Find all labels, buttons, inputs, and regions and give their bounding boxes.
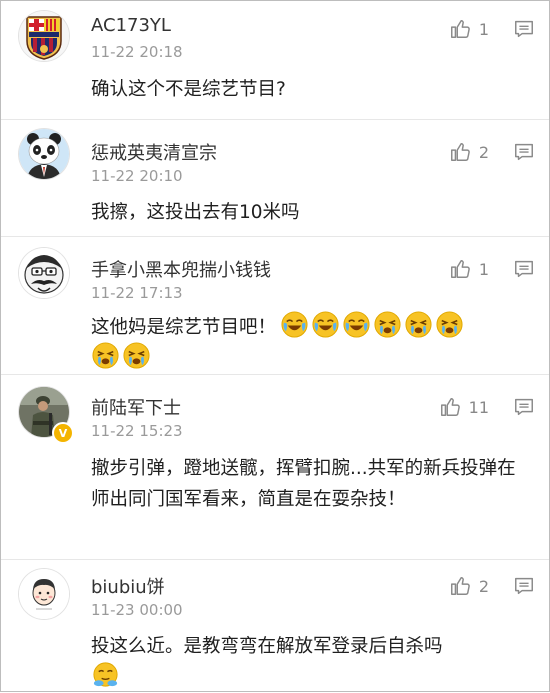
verified-badge: V <box>52 422 74 444</box>
comment-text: 我擦，这投出去有10米吗 <box>91 202 300 223</box>
comment-item: V 前陆军下士 11-22 15:23 11 撤步引弹，蹬地送髋，挥臂扣腕...… <box>1 374 549 559</box>
laugh-cry-emoji-icon <box>280 310 309 339</box>
cartoon-face-icon <box>19 569 69 619</box>
thumbs-up-icon <box>450 577 470 595</box>
comment-text: 投这么近。是教弯弯在解放军登录后自杀吗 <box>91 631 529 689</box>
crying-emoji-icon <box>91 341 120 370</box>
comment-text: 撤步引弹，蹬地送髋，挥臂扣腕...共军的新兵投弹在师出同门国军看来，简直是在耍杂… <box>91 458 516 510</box>
thumbs-up-icon <box>450 20 470 38</box>
username[interactable]: 手拿小黑本兜揣小钱钱 <box>91 256 271 282</box>
like-button[interactable]: 11 <box>439 396 489 418</box>
reply-button[interactable] <box>513 396 535 418</box>
crying-emoji-icon <box>373 310 402 339</box>
comment-text-body: 投这么近。是教弯弯在解放军登录后自杀吗 <box>91 636 443 657</box>
like-button[interactable]: 2 <box>449 575 489 597</box>
username[interactable]: 惩戒英夷清宣宗 <box>91 139 217 165</box>
thumbs-up-icon <box>450 260 470 278</box>
comment-text-body: 这他妈是综艺节目吧！ <box>91 317 277 338</box>
comment-item: AC173YL 11-22 20:18 1 确认这个不是综艺节目? <box>1 1 549 119</box>
like-count: 2 <box>478 576 489 596</box>
timestamp: 11-22 15:23 <box>91 422 183 440</box>
comment-item: biubiu饼 11-23 00:00 2 投这么近。是教弯弯在解放军登录后自杀… <box>1 559 549 693</box>
comment-item: 惩戒英夷清宣宗 11-22 20:10 2 我擦，这投出去有10米吗 <box>1 119 549 236</box>
emoji-group <box>280 310 464 339</box>
mustache-face-icon <box>19 248 69 298</box>
laugh-cry-emoji-icon <box>342 310 371 339</box>
emoji-group <box>91 660 529 689</box>
avatar[interactable] <box>19 248 69 298</box>
comment-icon <box>515 260 533 278</box>
like-button[interactable]: 1 <box>449 258 489 280</box>
fc-barcelona-crest-icon <box>19 11 69 61</box>
thumbs-up-icon <box>440 398 460 416</box>
reply-button[interactable] <box>513 258 535 280</box>
username[interactable]: 前陆军下士 <box>91 394 181 420</box>
like-count: 1 <box>478 259 489 279</box>
username[interactable]: biubiu饼 <box>91 573 165 599</box>
thinking-emoji-icon <box>91 660 120 689</box>
comment-icon <box>515 577 533 595</box>
avatar[interactable] <box>19 129 69 179</box>
avatar[interactable] <box>19 11 69 61</box>
timestamp: 11-22 20:10 <box>91 167 183 185</box>
comment-text: 确认这个不是综艺节目? <box>91 79 286 100</box>
crying-emoji-icon <box>435 310 464 339</box>
comment-icon <box>515 398 533 416</box>
comment-icon <box>515 20 533 38</box>
like-count: 11 <box>468 397 489 417</box>
timestamp: 11-23 00:00 <box>91 601 183 619</box>
comment-icon <box>515 143 533 161</box>
like-count: 2 <box>478 142 489 162</box>
like-count: 1 <box>478 19 489 39</box>
timestamp: 11-22 20:18 <box>91 43 183 61</box>
reply-button[interactable] <box>513 18 535 40</box>
laugh-cry-emoji-icon <box>311 310 340 339</box>
reply-button[interactable] <box>513 141 535 163</box>
like-button[interactable]: 2 <box>449 141 489 163</box>
username[interactable]: AC173YL <box>91 15 171 36</box>
thumbs-up-icon <box>450 143 470 161</box>
reply-button[interactable] <box>513 575 535 597</box>
comment-text: 这他妈是综艺节目吧！ <box>91 310 529 370</box>
like-button[interactable]: 1 <box>449 18 489 40</box>
panda-suit-icon <box>19 129 69 179</box>
crying-emoji-icon <box>404 310 433 339</box>
avatar[interactable] <box>19 569 69 619</box>
emoji-group <box>91 341 529 370</box>
comment-item: 手拿小黑本兜揣小钱钱 11-22 17:13 1 这他妈是综艺节目吧！ <box>1 236 549 374</box>
crying-emoji-icon <box>122 341 151 370</box>
timestamp: 11-22 17:13 <box>91 284 183 302</box>
